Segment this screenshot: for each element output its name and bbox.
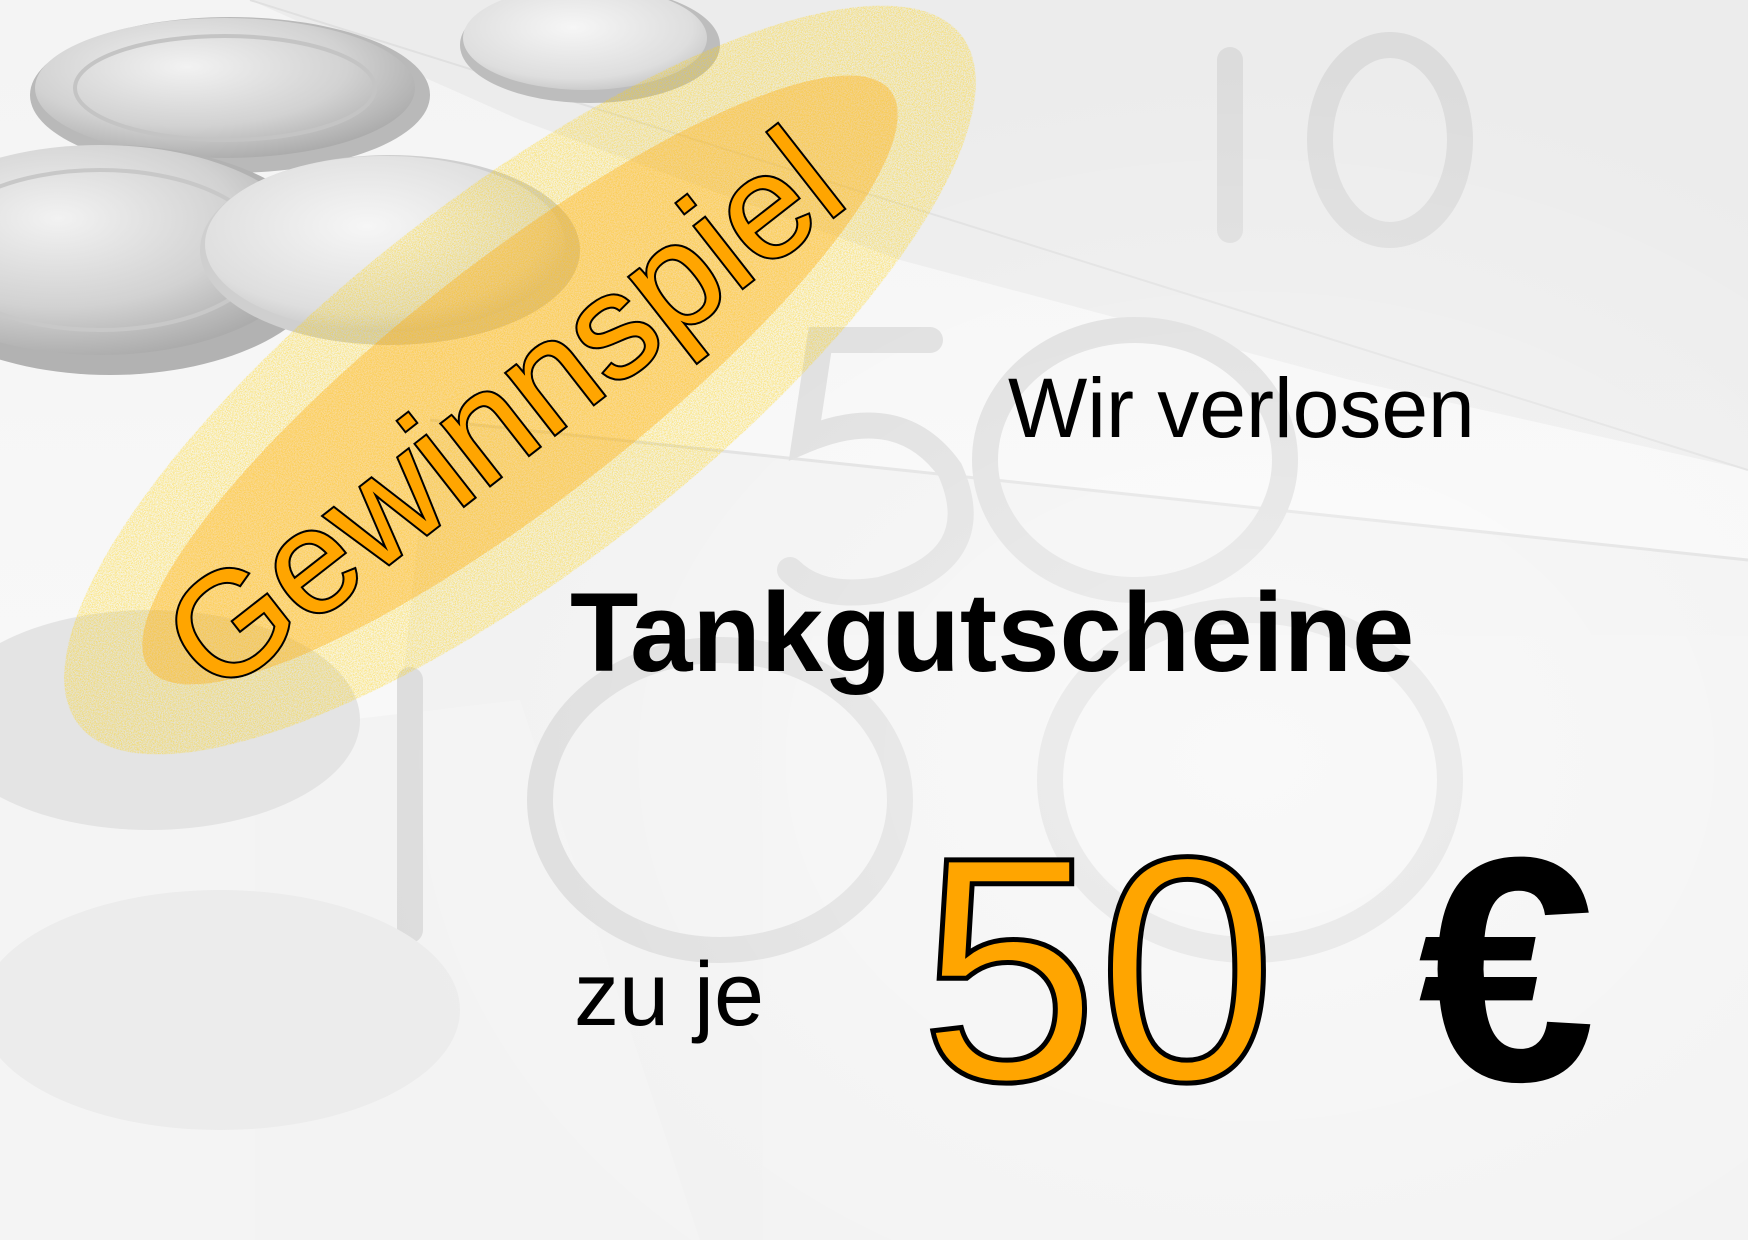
intro-text: Wir verlosen <box>1008 361 1475 455</box>
amount-value: 50 <box>920 790 1276 1148</box>
prize-title: Tankgutscheine <box>570 570 1415 695</box>
currency-symbol: € <box>1418 790 1596 1148</box>
poster: Gewinnspiel 50 € Wir verlosen Tankgutsch… <box>0 0 1748 1240</box>
amount-prefix: zu je <box>574 945 765 1045</box>
